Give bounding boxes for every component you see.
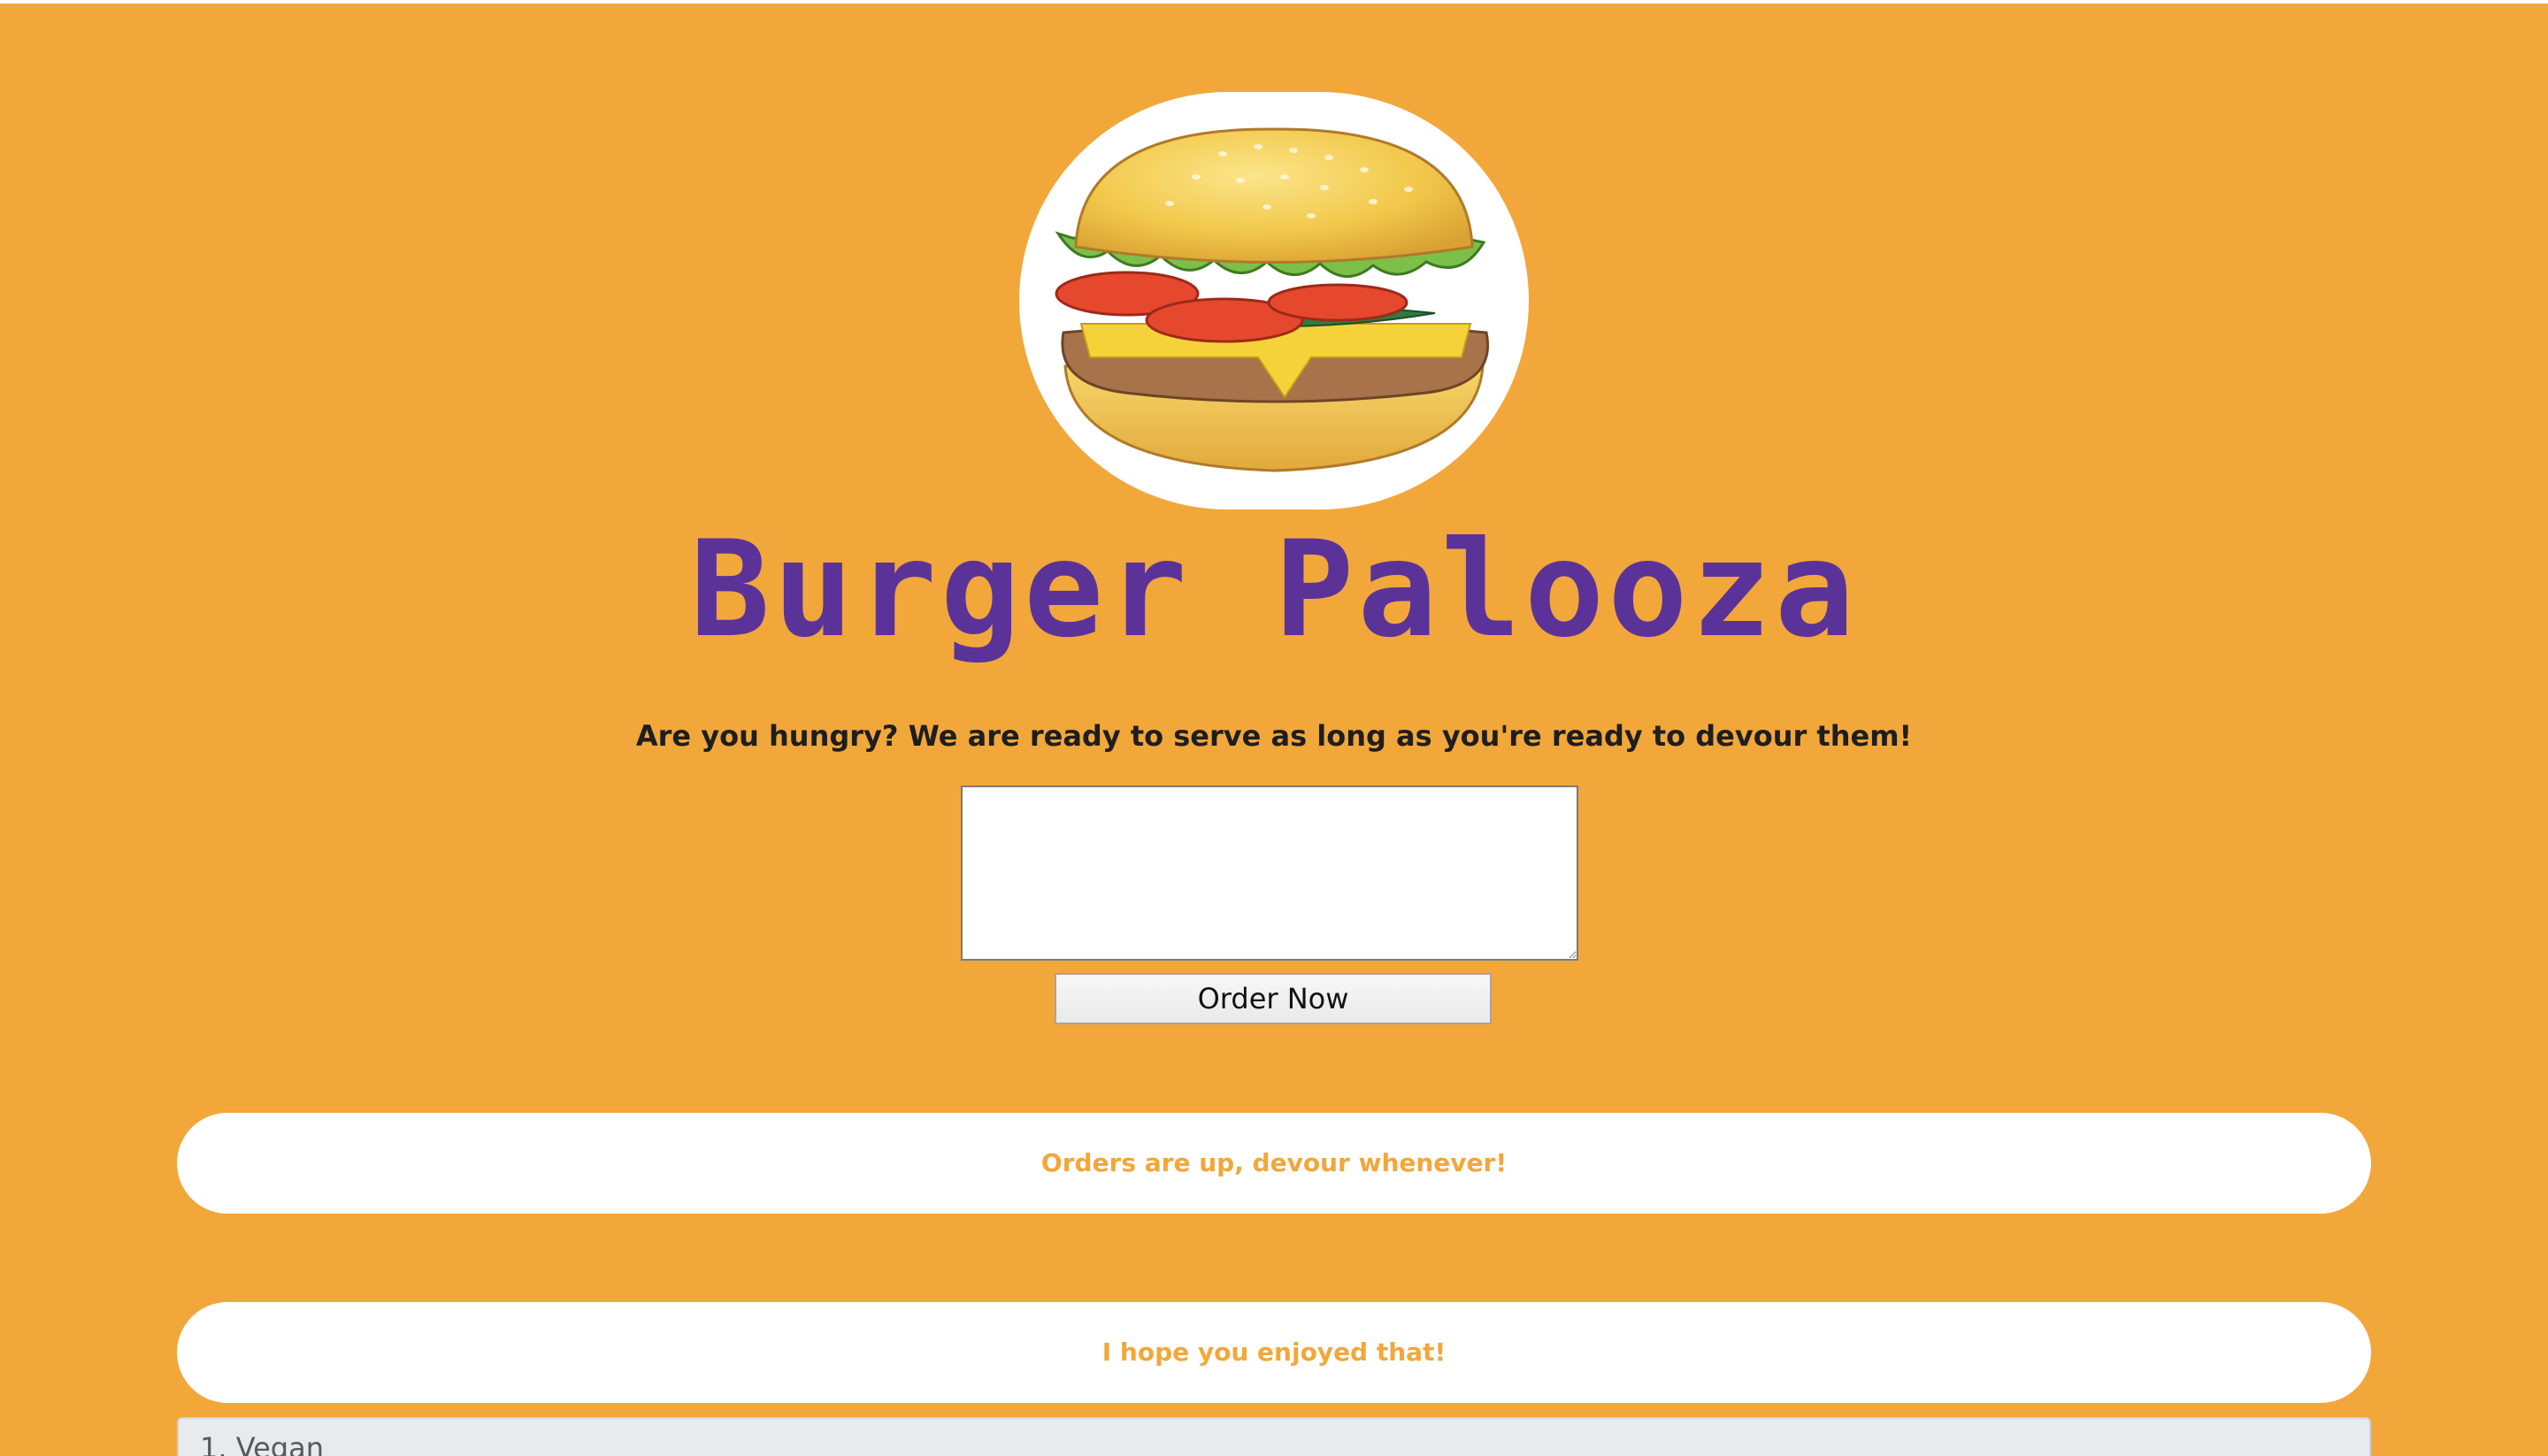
burger-logo [1019, 92, 1529, 510]
burger-icon [1055, 127, 1489, 472]
list-item[interactable]: 1. Vegan [179, 1419, 2369, 1456]
enjoyed-banner: I hope you enjoyed that! [177, 1302, 2371, 1403]
tagline: Are you hungry? We are ready to serve as… [635, 719, 1913, 753]
top-border [0, 0, 2548, 4]
burger-order-input[interactable] [961, 785, 1578, 961]
devoured-list: 1. Vegan [177, 1417, 2371, 1456]
page-title: Burger Palooza [689, 513, 1859, 667]
orders-up-banner: Orders are up, devour whenever! [177, 1113, 2371, 1214]
order-now-button[interactable]: Order Now [1055, 973, 1492, 1024]
